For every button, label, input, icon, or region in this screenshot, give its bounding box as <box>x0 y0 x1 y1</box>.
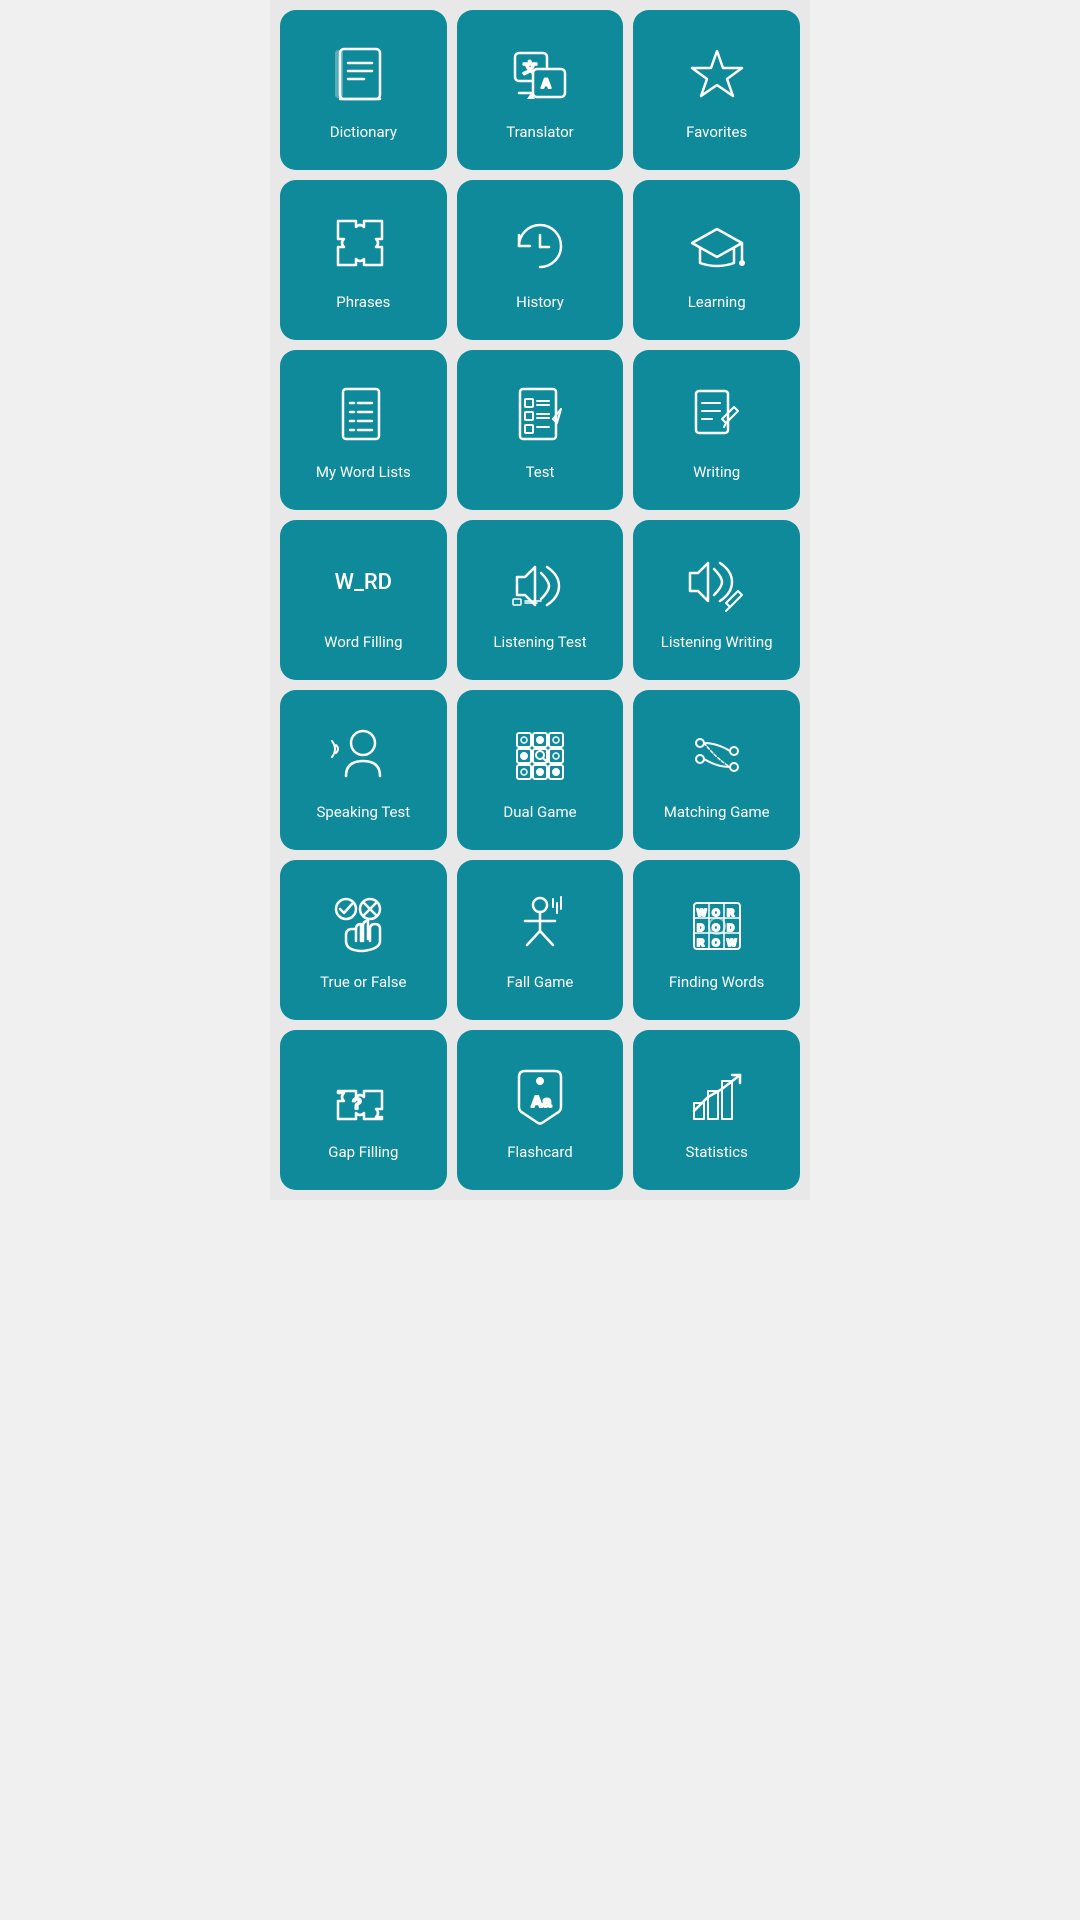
true-or-false-label: True or False <box>320 973 406 991</box>
my-word-lists-label: My Word Lists <box>316 463 411 481</box>
dictionary-icon <box>328 41 398 111</box>
favorites-label: Favorites <box>686 123 747 141</box>
dual-game-label: Dual Game <box>503 803 576 821</box>
favorites-icon <box>682 41 752 111</box>
matching-game-label: Matching Game <box>664 803 770 821</box>
tile-flashcard[interactable]: Aa Flashcard <box>457 1030 624 1190</box>
learning-label: Learning <box>688 293 746 311</box>
speaking-test-label: Speaking Test <box>317 803 411 821</box>
dictionary-label: Dictionary <box>330 123 397 141</box>
statistics-icon <box>682 1061 752 1131</box>
translator-icon: 文 A <box>505 41 575 111</box>
tile-finding-words[interactable]: W O R D O D R O W Finding Words <box>633 860 800 1020</box>
finding-words-label: Finding Words <box>669 973 765 991</box>
history-icon <box>505 211 575 281</box>
flashcard-icon: Aa <box>505 1061 575 1131</box>
phrases-label: Phrases <box>336 293 390 311</box>
true-or-false-icon <box>328 891 398 961</box>
tile-listening-writing[interactable]: Listening Writing <box>633 520 800 680</box>
svg-text:W: W <box>727 938 737 949</box>
tile-listening-test[interactable]: Listening Test <box>457 520 624 680</box>
tile-test[interactable]: Test <box>457 350 624 510</box>
svg-text:O: O <box>712 938 720 949</box>
svg-text:Aa: Aa <box>531 1094 552 1111</box>
statistics-label: Statistics <box>685 1143 747 1161</box>
gap-filling-icon: ? <box>328 1061 398 1131</box>
listening-test-label: Listening Test <box>493 633 586 651</box>
svg-text:A: A <box>541 75 551 91</box>
svg-text:D: D <box>697 923 704 934</box>
speaking-test-icon <box>328 721 398 791</box>
tile-statistics[interactable]: Statistics <box>633 1030 800 1190</box>
gap-filling-label: Gap Filling <box>328 1143 398 1161</box>
tile-learning[interactable]: Learning <box>633 180 800 340</box>
tiles-grid: Dictionary 文 A Translator <box>280 10 800 1190</box>
tile-history[interactable]: History <box>457 180 624 340</box>
svg-text:W: W <box>697 908 707 919</box>
flashcard-label: Flashcard <box>507 1143 573 1161</box>
tile-my-word-lists[interactable]: My Word Lists <box>280 350 447 510</box>
history-label: History <box>516 293 564 311</box>
tile-gap-filling[interactable]: ? Gap Filling <box>280 1030 447 1190</box>
finding-words-icon: W O R D O D R O W <box>682 891 752 961</box>
tile-dictionary[interactable]: Dictionary <box>280 10 447 170</box>
test-label: Test <box>526 463 555 481</box>
svg-text:D: D <box>727 923 734 934</box>
tile-true-or-false[interactable]: True or False <box>280 860 447 1020</box>
tile-translator[interactable]: 文 A Translator <box>457 10 624 170</box>
dual-game-icon <box>505 721 575 791</box>
fall-game-label: Fall Game <box>507 973 574 991</box>
translator-label: Translator <box>506 123 574 141</box>
tile-matching-game[interactable]: Matching Game <box>633 690 800 850</box>
tile-word-filling[interactable]: W_RD Word Filling <box>280 520 447 680</box>
writing-icon <box>682 381 752 451</box>
app-container: Dictionary 文 A Translator <box>270 0 810 1200</box>
word-filling-icon: W_RD <box>328 551 398 621</box>
word-filling-label: Word Filling <box>324 633 402 651</box>
svg-text:R: R <box>697 938 705 949</box>
tile-fall-game[interactable]: Fall Game <box>457 860 624 1020</box>
tile-phrases[interactable]: Phrases <box>280 180 447 340</box>
svg-text:R: R <box>727 908 735 919</box>
listening-test-icon <box>505 551 575 621</box>
tile-dual-game[interactable]: Dual Game <box>457 690 624 850</box>
test-icon <box>505 381 575 451</box>
my-word-lists-icon <box>328 381 398 451</box>
word-filling-text: W_RD <box>335 570 392 595</box>
tile-favorites[interactable]: Favorites <box>633 10 800 170</box>
fall-game-icon <box>505 891 575 961</box>
listening-writing-icon <box>682 551 752 621</box>
tile-writing[interactable]: Writing <box>633 350 800 510</box>
matching-game-icon <box>682 721 752 791</box>
svg-text:?: ? <box>352 1096 362 1113</box>
learning-icon <box>682 211 752 281</box>
listening-writing-label: Listening Writing <box>661 633 773 651</box>
tile-speaking-test[interactable]: Speaking Test <box>280 690 447 850</box>
phrases-icon <box>328 211 398 281</box>
writing-label: Writing <box>693 463 740 481</box>
